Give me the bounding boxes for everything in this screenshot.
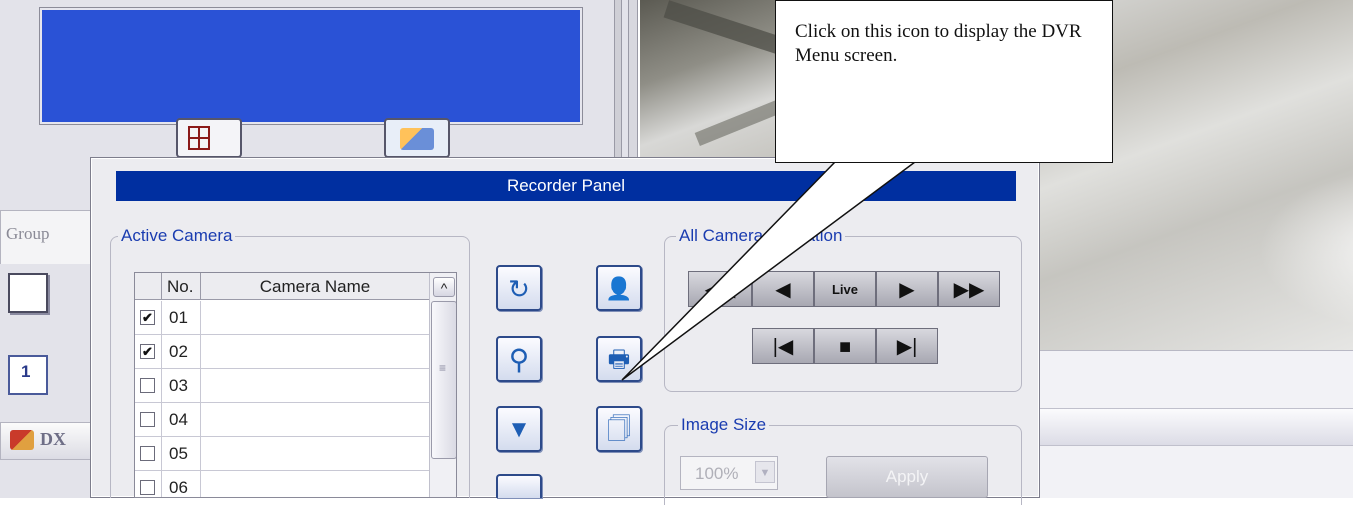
callout-text: Click on this icon to display the DVR Me… <box>795 21 1082 66</box>
document-copy-button[interactable]: 🗍 <box>596 406 642 452</box>
fast-forward-button[interactable]: ▶▶ <box>938 271 1000 307</box>
user-info-icon: 👤 <box>605 276 633 301</box>
column-divider <box>161 437 162 470</box>
search-button[interactable]: ⚲ <box>496 336 542 382</box>
column-header-camera-name[interactable]: Camera Name <box>201 273 429 300</box>
fast-rewind-icon: ◀◀ <box>704 279 736 301</box>
fast-forward-icon: ▶▶ <box>953 279 985 301</box>
download-icon: ▼ <box>507 416 531 443</box>
user-info-button[interactable]: 👤 <box>596 265 642 311</box>
camera-checkbox[interactable] <box>140 480 155 495</box>
table-row[interactable]: ✔ 01 <box>135 301 429 335</box>
scroll-grip-icon: ≡ <box>439 361 447 375</box>
column-divider <box>200 471 201 497</box>
play-button[interactable]: ▶ <box>876 271 938 307</box>
column-divider <box>161 301 162 334</box>
column-divider <box>161 403 162 436</box>
column-divider <box>200 335 201 368</box>
check-column-header <box>135 273 162 300</box>
camera-number: 04 <box>169 410 188 429</box>
chevron-down-icon[interactable]: ▼ <box>755 461 775 483</box>
play-icon: ▶ <box>899 279 915 301</box>
screen-layout-icon[interactable] <box>176 118 242 158</box>
active-camera-title: Active Camera <box>118 226 236 246</box>
step-forward-icon: ▶| <box>896 336 918 358</box>
apply-button[interactable]: Apply <box>826 456 988 498</box>
table-row[interactable]: 04 <box>135 403 429 437</box>
all-camera-operation-title: All Camera Operation <box>676 226 846 246</box>
table-row[interactable]: 03 <box>135 369 429 403</box>
camera-setup-icon[interactable] <box>384 118 450 158</box>
dx-logo-icon <box>10 430 34 450</box>
step-back-icon: |◀ <box>772 336 794 358</box>
column-divider <box>161 369 162 402</box>
step-forward-button[interactable]: ▶| <box>876 328 938 364</box>
camera-list[interactable]: No. Camera Name ✔ 01 ✔ 02 03 04 05 06 ^ ≡ <box>134 272 457 498</box>
camera-list-header: No. Camera Name <box>135 273 429 300</box>
dvr-menu-icon: 🖶 <box>607 346 631 373</box>
refresh-button[interactable]: ↻ <box>496 265 542 311</box>
tab-dx-label: DX <box>40 429 66 449</box>
column-header-no[interactable]: No. <box>162 273 201 300</box>
camera-checkbox[interactable] <box>140 446 155 461</box>
scroll-thumb[interactable] <box>431 301 456 459</box>
download-button[interactable]: ▼ <box>496 406 542 452</box>
live-button[interactable]: Live <box>814 271 876 307</box>
camera-number: 03 <box>169 376 188 395</box>
all-camera-operation-group <box>664 236 1022 392</box>
more-tool-button[interactable] <box>496 474 542 498</box>
stop-button[interactable]: ■ <box>814 328 876 364</box>
step-back-button[interactable]: |◀ <box>752 328 814 364</box>
column-divider <box>200 403 201 436</box>
view-one-label: 1 <box>21 362 31 381</box>
camera-checkbox[interactable]: ✔ <box>140 344 155 359</box>
camera-number: 02 <box>169 342 188 361</box>
table-row[interactable]: 05 <box>135 437 429 471</box>
refresh-icon: ↻ <box>508 274 530 304</box>
camera-number: 06 <box>169 478 188 497</box>
document-copy-icon: 🗍 <box>607 416 631 443</box>
tab-group-label: Group <box>6 224 50 243</box>
camera-number: 01 <box>169 308 188 327</box>
panel-title: Recorder Panel <box>116 171 1016 201</box>
camera-number: 05 <box>169 444 188 463</box>
preview-display <box>39 7 583 125</box>
column-divider <box>200 301 201 334</box>
camera-checkbox[interactable]: ✔ <box>140 310 155 325</box>
reverse-play-icon: ◀ <box>775 279 791 301</box>
stop-icon: ■ <box>838 336 852 358</box>
dvr-menu-button[interactable]: 🖶 <box>596 336 642 382</box>
table-row[interactable]: ✔ 02 <box>135 335 429 369</box>
single-view-button[interactable] <box>8 273 48 313</box>
column-divider <box>200 369 201 402</box>
table-row[interactable]: 06 <box>135 471 429 497</box>
column-divider <box>161 335 162 368</box>
status-bar <box>1020 408 1353 446</box>
column-divider <box>200 437 201 470</box>
search-icon: ⚲ <box>508 344 530 375</box>
rewind-button[interactable]: ◀ <box>752 271 814 307</box>
camera-checkbox[interactable] <box>140 378 155 393</box>
camera-checkbox[interactable] <box>140 412 155 427</box>
fast-rewind-button[interactable]: ◀◀ <box>688 271 752 307</box>
scroll-up-icon[interactable]: ^ <box>433 277 455 297</box>
column-divider <box>161 471 162 497</box>
image-size-title: Image Size <box>678 415 770 435</box>
